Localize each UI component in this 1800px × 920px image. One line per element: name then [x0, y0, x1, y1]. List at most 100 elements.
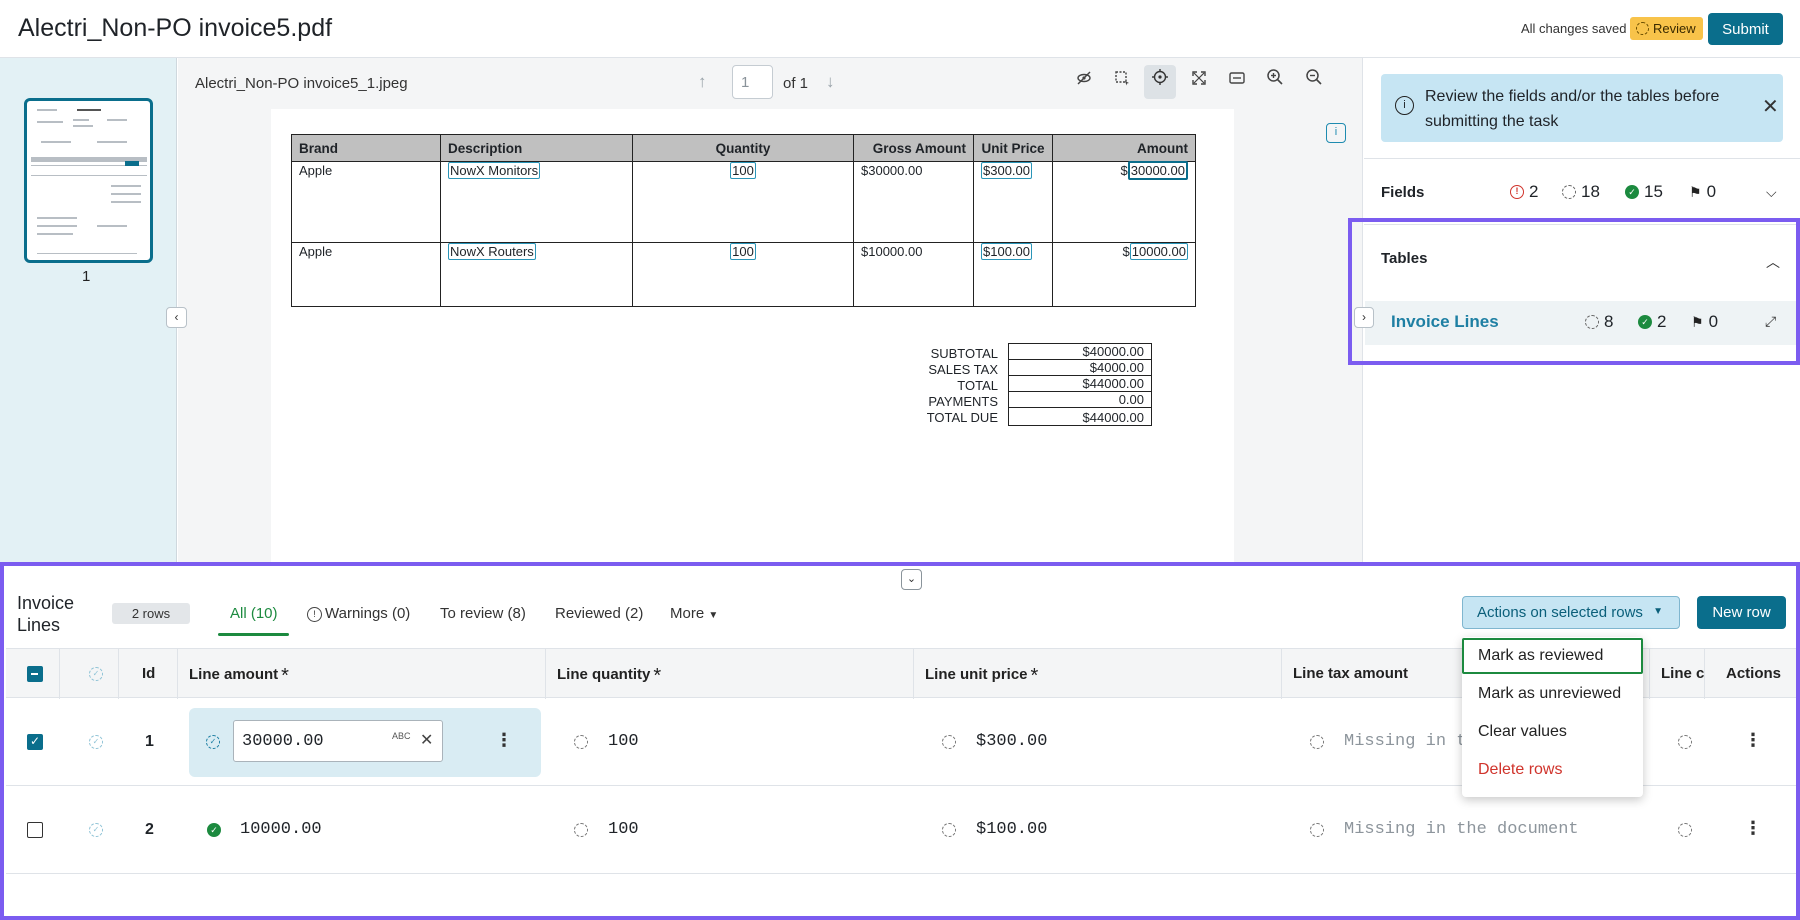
doc-cell-unit-price[interactable]: $300.00 — [981, 162, 1032, 179]
row-checkbox[interactable] — [27, 822, 43, 838]
zoom-in-icon[interactable] — [1259, 65, 1291, 99]
row-id: 1 — [145, 733, 154, 750]
total-due-value: $44000.00 — [1008, 407, 1152, 426]
document-info-icon[interactable]: i — [1326, 123, 1346, 143]
col-line-quantity[interactable]: Line quantity * — [557, 665, 661, 688]
line-amount-value[interactable]: 30000.00 — [242, 732, 324, 751]
col-line-amount[interactable]: Line amount * — [189, 665, 289, 688]
menu-item-clear-values[interactable]: Clear values — [1462, 714, 1643, 750]
col-line-unit-price[interactable]: Line unit price * — [925, 665, 1038, 688]
select-all-checkbox[interactable] — [27, 666, 43, 682]
menu-item-delete-rows[interactable]: Delete rows — [1462, 752, 1643, 788]
check-icon: ✓ — [1638, 315, 1652, 329]
expand-panel-button[interactable]: › — [1354, 307, 1374, 328]
pending-icon[interactable] — [574, 823, 588, 837]
fit-page-icon[interactable] — [1183, 65, 1215, 99]
doc-cell-unit-price[interactable]: $100.00 — [981, 243, 1032, 260]
line-amount-input[interactable]: 30000.00 ABC ✕ — [233, 720, 443, 762]
hide-highlights-icon[interactable] — [1068, 65, 1100, 99]
pending-icon[interactable] — [942, 735, 956, 749]
row-checkbox[interactable]: ✓ — [27, 734, 43, 750]
doc-cell-amount-prefix: $ — [1120, 163, 1128, 178]
fields-section-title[interactable]: Fields — [1381, 184, 1424, 201]
doc-cell-description[interactable]: NowX Routers — [448, 243, 536, 260]
document-title: Alectri_Non-PO invoice5.pdf — [18, 14, 333, 42]
thumbnail-page-number: 1 — [82, 268, 91, 285]
viewer-toolbar: Alectri_Non-PO invoice5_1.jpeg ↑ of 1 ↓ — [178, 58, 1363, 108]
select-area-icon[interactable] — [1106, 65, 1138, 99]
review-status-icon[interactable]: ✓ — [89, 735, 103, 749]
next-page-icon[interactable]: ↓ — [826, 72, 835, 92]
table-item-name[interactable]: Invoice Lines — [1391, 312, 1499, 332]
pending-icon[interactable] — [1310, 823, 1324, 837]
more-options-icon[interactable]: ⋮ — [495, 730, 513, 751]
collapse-thumbnails-button[interactable]: ‹ — [166, 307, 187, 328]
table-reviewed-count: ✓ 2 — [1638, 312, 1666, 332]
new-row-button[interactable]: New row — [1697, 596, 1786, 629]
line-amount-value[interactable]: 10000.00 — [240, 820, 322, 839]
tab-warnings[interactable]: ! Warnings (0) — [307, 605, 410, 622]
review-badge-label: Review — [1653, 21, 1696, 36]
review-status-icon[interactable]: ✓ — [89, 823, 103, 837]
pending-icon[interactable] — [1310, 735, 1324, 749]
tab-reviewed[interactable]: Reviewed (2) — [555, 605, 643, 622]
table-flagged-count: ⚑ 0 — [1691, 312, 1719, 331]
collapse-bottom-panel-button[interactable]: ⌄ — [901, 569, 922, 590]
info-banner-text: Review the fields and/or the tables befo… — [1425, 88, 1720, 130]
crosshair-icon[interactable] — [1144, 65, 1176, 99]
pending-icon[interactable] — [942, 823, 956, 837]
col-line-c[interactable]: Line c — [1661, 665, 1704, 682]
info-icon: i — [1395, 96, 1414, 115]
doc-cell-amount[interactable]: 30000.00 — [1127, 161, 1188, 180]
page-number-input[interactable] — [732, 65, 773, 99]
viewer-file-name: Alectri_Non-PO invoice5_1.jpeg — [195, 75, 408, 92]
tables-section-title[interactable]: Tables — [1381, 250, 1427, 267]
submit-button[interactable]: Submit — [1708, 13, 1783, 45]
total-due-label: TOTAL DUE — [926, 410, 998, 425]
pending-icon[interactable] — [1678, 735, 1692, 749]
doc-cell-quantity[interactable]: 100 — [730, 243, 756, 260]
line-amount-editor: ✓ 30000.00 ABC ✕ ⋮ — [189, 708, 541, 777]
row-actions-icon[interactable]: ⋮ — [1744, 818, 1762, 839]
line-unit-price-value[interactable]: $300.00 — [976, 732, 1047, 751]
chevron-right-icon: › — [1362, 310, 1366, 324]
menu-item-mark-reviewed[interactable]: Mark as reviewed — [1462, 638, 1643, 674]
line-quantity-value[interactable]: 100 — [608, 732, 639, 751]
line-quantity-value[interactable]: 100 — [608, 820, 639, 839]
col-line-tax-amount[interactable]: Line tax amount — [1293, 665, 1408, 682]
pending-icon[interactable] — [574, 735, 588, 749]
table-item-invoice-lines[interactable]: Invoice Lines 8 ✓ 2 ⚑ 0 ⤢ — [1365, 301, 1800, 345]
clear-icon[interactable]: ✕ — [420, 730, 433, 750]
menu-item-mark-unreviewed[interactable]: Mark as unreviewed — [1462, 676, 1643, 712]
actions-on-selected-rows-button[interactable]: Actions on selected rows ▼ — [1462, 596, 1680, 629]
doc-cell-amount[interactable]: 10000.00 — [1129, 243, 1188, 260]
pending-icon[interactable] — [1678, 823, 1692, 837]
close-icon[interactable]: ✕ — [1762, 94, 1779, 119]
expand-icon[interactable]: ⤢ — [1765, 313, 1776, 330]
fit-width-icon[interactable] — [1221, 65, 1253, 99]
tab-all[interactable]: All (10) — [230, 605, 278, 622]
line-tax-value[interactable]: Missing in t — [1344, 732, 1466, 751]
doc-cell-description[interactable]: NowX Monitors — [448, 162, 541, 179]
chevron-down-icon[interactable]: ⌵ — [1766, 184, 1777, 201]
review-status-icon[interactable]: ✓ — [206, 735, 220, 749]
doc-col-brand: Brand — [291, 134, 441, 162]
col-id: Id — [142, 665, 156, 682]
reviewed-check-icon[interactable]: ✓ — [207, 823, 221, 837]
page-thumbnail[interactable] — [24, 98, 153, 263]
zoom-out-icon[interactable] — [1298, 65, 1330, 99]
previous-page-icon[interactable]: ↑ — [698, 72, 707, 92]
chevron-up-icon[interactable]: ︿ — [1766, 252, 1780, 272]
doc-cell-quantity[interactable]: 100 — [730, 162, 756, 179]
invoice-table: Brand Description Quantity Gross Amount … — [291, 134, 1196, 307]
tab-more[interactable]: More ▼ — [670, 605, 718, 622]
doc-col-description: Description — [440, 134, 633, 162]
row-actions-icon[interactable]: ⋮ — [1744, 730, 1762, 751]
table-row[interactable]: ✓ 2 ✓ 10000.00 100 $100.00 Missing in th… — [6, 787, 1796, 874]
pending-icon — [1585, 315, 1599, 329]
subtotal-value: $40000.00 — [1008, 343, 1152, 360]
tab-to-review[interactable]: To review (8) — [440, 605, 526, 622]
line-tax-value[interactable]: Missing in the document — [1344, 820, 1579, 839]
line-unit-price-value[interactable]: $100.00 — [976, 820, 1047, 839]
spellcheck-icon[interactable]: ABC — [392, 731, 411, 741]
